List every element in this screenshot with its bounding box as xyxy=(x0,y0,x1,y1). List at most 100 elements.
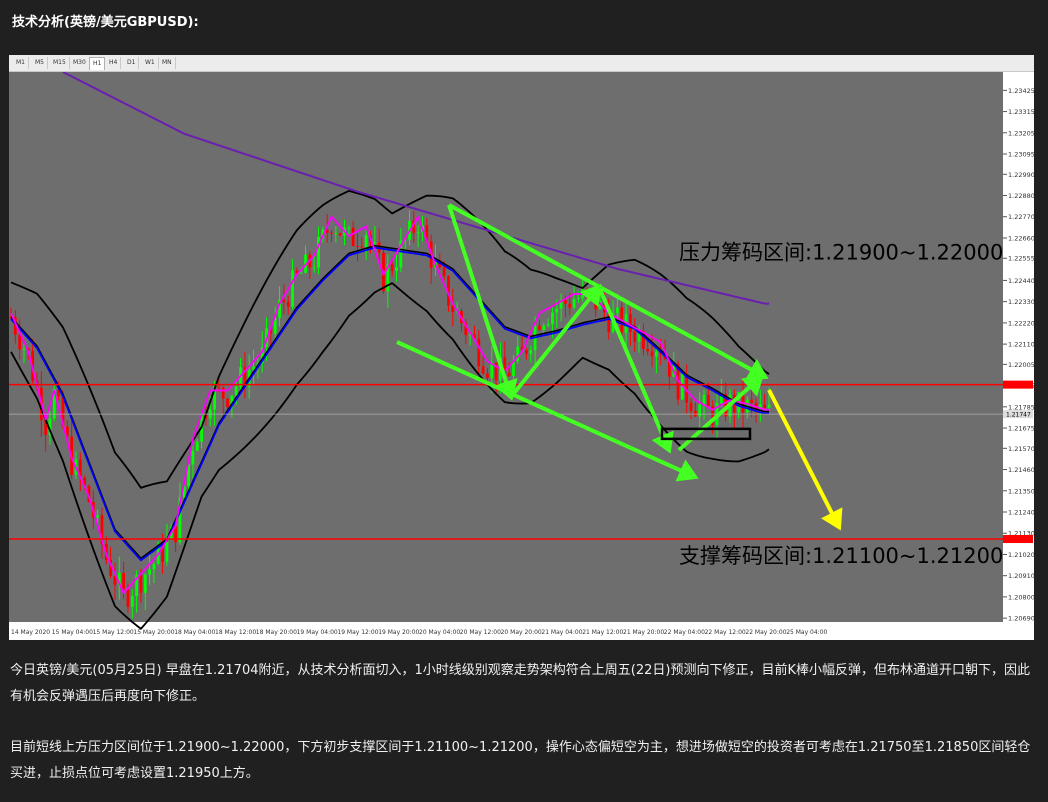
y-tick-label: 1.22005 xyxy=(1008,361,1034,369)
candle-body xyxy=(702,394,706,405)
candle-body xyxy=(693,410,697,417)
candle-body xyxy=(390,264,394,271)
x-tick-label: 19 May 12:00 xyxy=(337,629,378,636)
tab-timeframe[interactable]: H4 xyxy=(106,57,122,69)
tab-timeframe[interactable]: M15 xyxy=(50,57,70,69)
x-tick-label: 20 May 12:00 xyxy=(460,629,501,636)
candle-body xyxy=(633,331,637,342)
y-tick-label: 1.23315 xyxy=(1008,108,1034,116)
tab-timeframe[interactable]: M5 xyxy=(32,57,48,69)
y-tick-label: 1.23425 xyxy=(1008,87,1034,95)
x-tick-label: 19 May 20:00 xyxy=(378,629,419,636)
candle-body xyxy=(347,227,351,229)
candle-body xyxy=(481,366,485,374)
candle-body xyxy=(546,324,550,326)
analysis-paragraph-2: 目前短线上方压力区间位于1.21900~1.22000，下方初步支撑区间于1.2… xyxy=(10,740,1031,781)
x-tick-label: 22 May 20:00 xyxy=(745,629,786,636)
candle-body xyxy=(763,404,767,408)
y-tick-label: 1.22555 xyxy=(1008,255,1034,263)
y-tick-label: 1.22220 xyxy=(1008,319,1034,327)
candle-body xyxy=(286,301,290,307)
candle-body xyxy=(590,289,593,291)
y-tick-label: 1.22330 xyxy=(1008,298,1034,306)
tab-timeframe[interactable]: D1 xyxy=(124,57,140,69)
tab-timeframe[interactable]: M30 xyxy=(70,57,90,69)
candle-body xyxy=(689,402,693,411)
candle-body xyxy=(395,267,398,271)
x-tick-label: 14 May 2020 xyxy=(11,629,50,636)
candle-body xyxy=(538,325,541,330)
x-tick-label: 15 May 12:00 xyxy=(93,629,134,636)
candle-body xyxy=(542,325,546,330)
candle-body xyxy=(221,387,225,399)
page-title: 技术分析(英镑/美元GBPUSD): xyxy=(12,15,199,30)
resistance-zone-label: 压力筹码区间:1.21900~1.22000 xyxy=(679,241,1003,265)
candle-body xyxy=(226,398,229,408)
candle-body xyxy=(577,297,580,300)
candle-body xyxy=(191,450,195,465)
y-tick-label: 1.21020 xyxy=(1008,551,1034,559)
candle-body xyxy=(654,351,658,357)
candle-body xyxy=(139,575,143,593)
tab-timeframe[interactable]: MN xyxy=(159,57,176,69)
candle-body xyxy=(516,346,520,362)
candle-body xyxy=(122,572,126,590)
tab-timeframe[interactable]: M1 xyxy=(13,57,29,69)
x-tick-label: 22 May 04:00 xyxy=(664,629,705,636)
y-tick-label: 1.22440 xyxy=(1008,277,1034,285)
tab-timeframe-active[interactable]: H1 xyxy=(89,57,106,70)
x-tick-label: 20 May 20:00 xyxy=(501,629,542,636)
y-tick-label: 1.21570 xyxy=(1008,445,1034,453)
candle-body xyxy=(291,270,294,307)
candle-body xyxy=(698,404,702,417)
candle-body xyxy=(525,350,528,354)
x-tick-label: 21 May 12:00 xyxy=(582,629,623,636)
y-tick-label: 1.21350 xyxy=(1008,487,1034,495)
candle-body xyxy=(334,233,338,235)
candle-body xyxy=(767,404,771,408)
x-tick-label: 19 May 04:00 xyxy=(297,629,338,636)
candle-body xyxy=(628,314,632,332)
y-tick-label: 1.23095 xyxy=(1008,151,1034,159)
x-tick-label: 25 May 04:00 xyxy=(786,629,827,636)
candle-body xyxy=(126,589,130,607)
support-price-tag xyxy=(1003,535,1033,544)
candle-body xyxy=(585,289,589,291)
resistance-price-tag xyxy=(1003,380,1033,389)
candle-body xyxy=(572,299,576,308)
candle-body xyxy=(646,348,650,352)
y-tick-label: 1.20800 xyxy=(1008,593,1034,601)
y-tick-label: 1.22770 xyxy=(1008,213,1034,221)
y-tick-label: 1.23205 xyxy=(1008,129,1034,137)
candle-body xyxy=(282,299,286,302)
x-tick-label: 18 May 12:00 xyxy=(215,629,256,636)
candle-body xyxy=(442,267,446,277)
candle-body xyxy=(195,441,199,451)
y-tick-label: 1.21460 xyxy=(1008,466,1034,474)
candle-body xyxy=(486,373,489,379)
x-tick-label: 18 May 04:00 xyxy=(174,629,215,636)
candle-body xyxy=(364,235,368,248)
candle-body xyxy=(330,232,333,234)
x-tick-label: 21 May 20:00 xyxy=(623,629,664,636)
candle-body xyxy=(477,338,481,367)
candle-body xyxy=(529,350,533,354)
candle-body xyxy=(143,574,147,593)
analysis-paragraph-1: 今日英镑/美元(05月25日) 早盘在1.21704附近，从技术分析面切入，1小… xyxy=(10,663,1030,704)
candle-body xyxy=(650,351,654,357)
x-tick-label: 15 May 04:00 xyxy=(52,629,93,636)
candle-body xyxy=(22,348,26,350)
candle-body xyxy=(568,303,572,308)
candle-body xyxy=(217,386,221,388)
candle-body xyxy=(507,372,511,377)
tab-timeframe[interactable]: W1 xyxy=(142,57,159,69)
y-tick-label: 1.20910 xyxy=(1008,572,1034,580)
candle-body xyxy=(706,394,710,407)
candle-body xyxy=(338,233,342,236)
timeframe-toolbar: M1 M5 M15 M30 H1 H4 D1 W1 MN xyxy=(9,55,1034,72)
x-tick-label: 21 May 04:00 xyxy=(541,629,582,636)
x-tick-label: 18 May 20:00 xyxy=(256,629,297,636)
x-tick-label: 15 May 20:00 xyxy=(133,629,174,636)
candle-body xyxy=(299,272,303,274)
candle-body xyxy=(234,386,238,396)
